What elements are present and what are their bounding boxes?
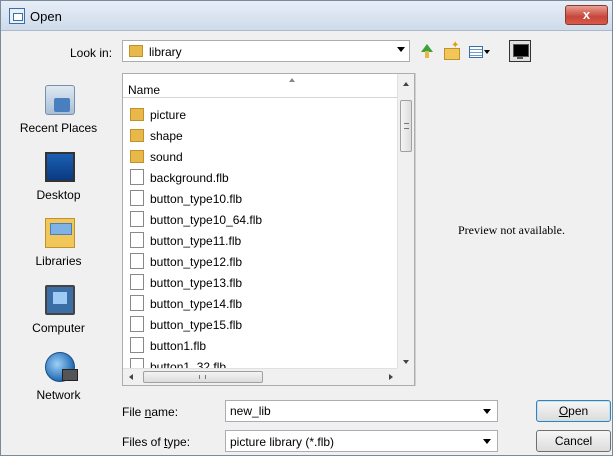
- list-item[interactable]: button1.flb: [123, 335, 399, 356]
- list-item[interactable]: button_type13.flb: [123, 272, 399, 293]
- file-icon: [130, 211, 144, 227]
- folder-icon: [129, 45, 143, 57]
- look-in-label: Look in:: [70, 46, 113, 60]
- open-button[interactable]: Open: [536, 400, 611, 422]
- list-item-name: background.flb: [150, 171, 229, 185]
- list-item-name: button_type10_64.flb: [150, 213, 263, 227]
- computer-icon: [45, 285, 75, 315]
- window-title: Open: [30, 9, 62, 24]
- chevron-down-icon[interactable]: [483, 409, 491, 414]
- title-bar[interactable]: Open x: [1, 1, 612, 31]
- file-name-input[interactable]: [226, 401, 497, 421]
- file-icon: [130, 253, 144, 269]
- list-item-name: picture: [150, 108, 187, 122]
- new-folder-icon[interactable]: [442, 40, 460, 60]
- file-name-label: File name:: [122, 405, 179, 419]
- close-button[interactable]: x: [565, 5, 608, 25]
- folder-icon: [130, 150, 144, 163]
- file-icon: [130, 169, 144, 185]
- place-label: Desktop: [36, 188, 81, 202]
- desktop-monitor-icon[interactable]: [509, 40, 531, 62]
- desktop-icon: [45, 152, 75, 182]
- look-in-combobox[interactable]: library: [122, 40, 410, 62]
- view-menu-icon[interactable]: [467, 42, 493, 60]
- column-header-name[interactable]: Name: [123, 74, 399, 98]
- list-item[interactable]: button_type11.flb: [123, 230, 399, 251]
- dialog-icon: [9, 8, 25, 24]
- list-item-name: shape: [150, 129, 183, 143]
- folder-icon: [130, 108, 144, 121]
- place-desktop[interactable]: Desktop: [1, 148, 116, 210]
- cancel-button[interactable]: Cancel: [536, 430, 611, 452]
- list-item[interactable]: picture: [123, 104, 399, 125]
- list-item-name: button_type11.flb: [150, 234, 242, 248]
- list-item-name: button_type10.flb: [150, 192, 243, 206]
- list-item[interactable]: button_type10.flb: [123, 188, 399, 209]
- list-item[interactable]: sound: [123, 146, 399, 167]
- list-item-name: button_type15.flb: [150, 318, 243, 332]
- libraries-icon: [45, 218, 75, 248]
- grip-icon: [404, 123, 409, 129]
- file-type-select[interactable]: picture library (*.flb): [225, 430, 498, 452]
- file-icon: [130, 295, 144, 311]
- file-list[interactable]: Name picture shape sound background.flb butt…: [122, 73, 415, 386]
- file-icon: [130, 232, 144, 248]
- preview-pane: Preview not available.: [415, 73, 612, 386]
- recent-places-icon: [45, 85, 75, 115]
- look-in-value: library: [149, 45, 182, 59]
- sort-ascending-icon: [289, 78, 295, 82]
- list-item-name: button1.flb: [150, 339, 207, 353]
- scroll-down-icon[interactable]: [403, 360, 409, 364]
- file-type-label: Files of type:: [122, 435, 191, 449]
- place-label: Computer: [32, 321, 85, 335]
- place-label: Network: [36, 388, 81, 402]
- grip-icon: [199, 375, 206, 379]
- list-item[interactable]: shape: [123, 125, 399, 146]
- list-item[interactable]: background.flb: [123, 167, 399, 188]
- list-item-name: button_type13.flb: [150, 276, 243, 290]
- file-icon: [130, 190, 144, 206]
- file-icon: [130, 316, 144, 332]
- place-network[interactable]: Network: [1, 348, 116, 410]
- list-item[interactable]: button_type10_64.flb: [123, 209, 399, 230]
- list-item-name: button_type12.flb: [150, 255, 243, 269]
- list-item[interactable]: button_type14.flb: [123, 293, 399, 314]
- place-label: Recent Places: [19, 121, 98, 135]
- file-icon: [130, 274, 144, 290]
- list-item[interactable]: button_type15.flb: [123, 314, 399, 335]
- place-libraries[interactable]: Libraries: [1, 214, 116, 276]
- open-dialog: Open x Look in: library Recent Places De…: [0, 0, 613, 456]
- list-item[interactable]: button_type12.flb: [123, 251, 399, 272]
- places-bar: Recent Places Desktop Libraries Computer…: [1, 73, 116, 409]
- file-rows: picture shape sound background.flb button_ty…: [123, 104, 399, 377]
- chevron-down-icon[interactable]: [397, 47, 405, 52]
- file-type-value: picture library (*.flb): [230, 435, 335, 449]
- up-folder-icon[interactable]: [418, 42, 436, 60]
- folder-icon: [130, 129, 144, 142]
- file-name-field[interactable]: [225, 400, 498, 422]
- vertical-scrollbar[interactable]: [397, 74, 414, 370]
- preview-message: Preview not available.: [458, 223, 565, 237]
- network-icon: [45, 352, 78, 382]
- list-item-name: sound: [150, 150, 183, 164]
- horizontal-scroll-thumb[interactable]: [143, 371, 263, 383]
- column-name-label: Name: [128, 83, 161, 97]
- scroll-left-icon[interactable]: [129, 374, 133, 380]
- chevron-down-icon[interactable]: [483, 439, 491, 444]
- list-item-name: button_type14.flb: [150, 297, 243, 311]
- place-computer[interactable]: Computer: [1, 281, 116, 343]
- scroll-up-icon[interactable]: [403, 82, 409, 86]
- file-icon: [130, 337, 144, 353]
- place-recent-places[interactable]: Recent Places: [1, 81, 116, 143]
- place-label: Libraries: [35, 254, 82, 268]
- horizontal-scrollbar[interactable]: [123, 368, 399, 385]
- scroll-corner: [397, 368, 414, 385]
- vertical-scroll-thumb[interactable]: [400, 100, 412, 152]
- scroll-right-icon[interactable]: [389, 374, 393, 380]
